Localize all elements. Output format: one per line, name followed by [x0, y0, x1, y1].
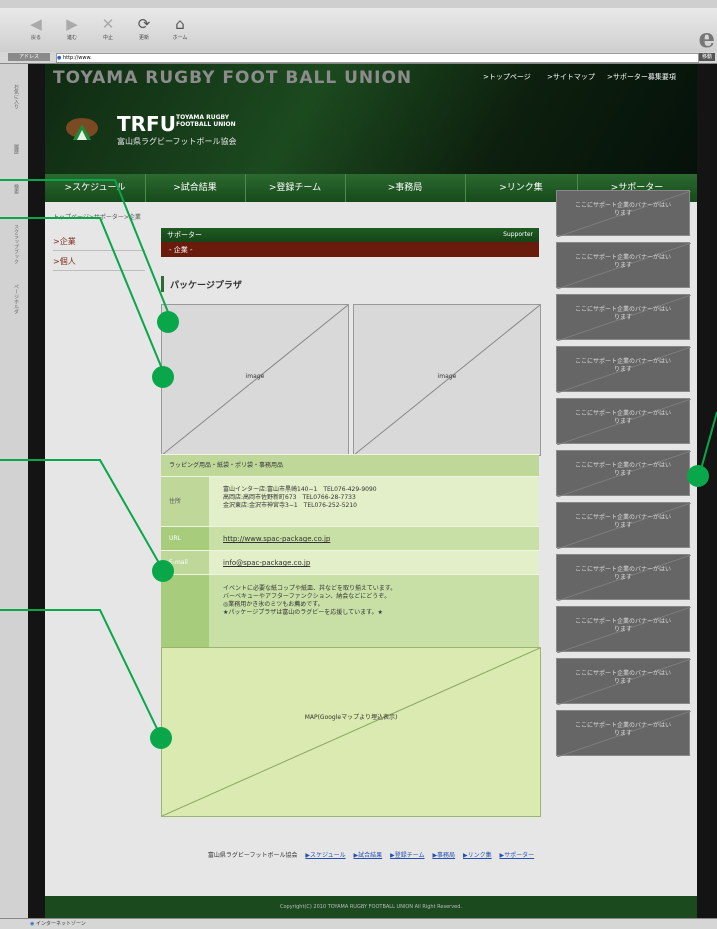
- callout-dot: [150, 727, 172, 749]
- callout-dot: [152, 366, 174, 388]
- callout-dot: [687, 465, 709, 487]
- status-text: インターネットゾーン: [35, 921, 86, 927]
- callout-dot: [152, 560, 174, 582]
- callout-dot: [157, 311, 179, 333]
- globe-icon: ◉: [30, 921, 35, 927]
- callout-lines: [0, 179, 717, 738]
- status-bar: ◉ インターネットゾーン: [0, 918, 717, 929]
